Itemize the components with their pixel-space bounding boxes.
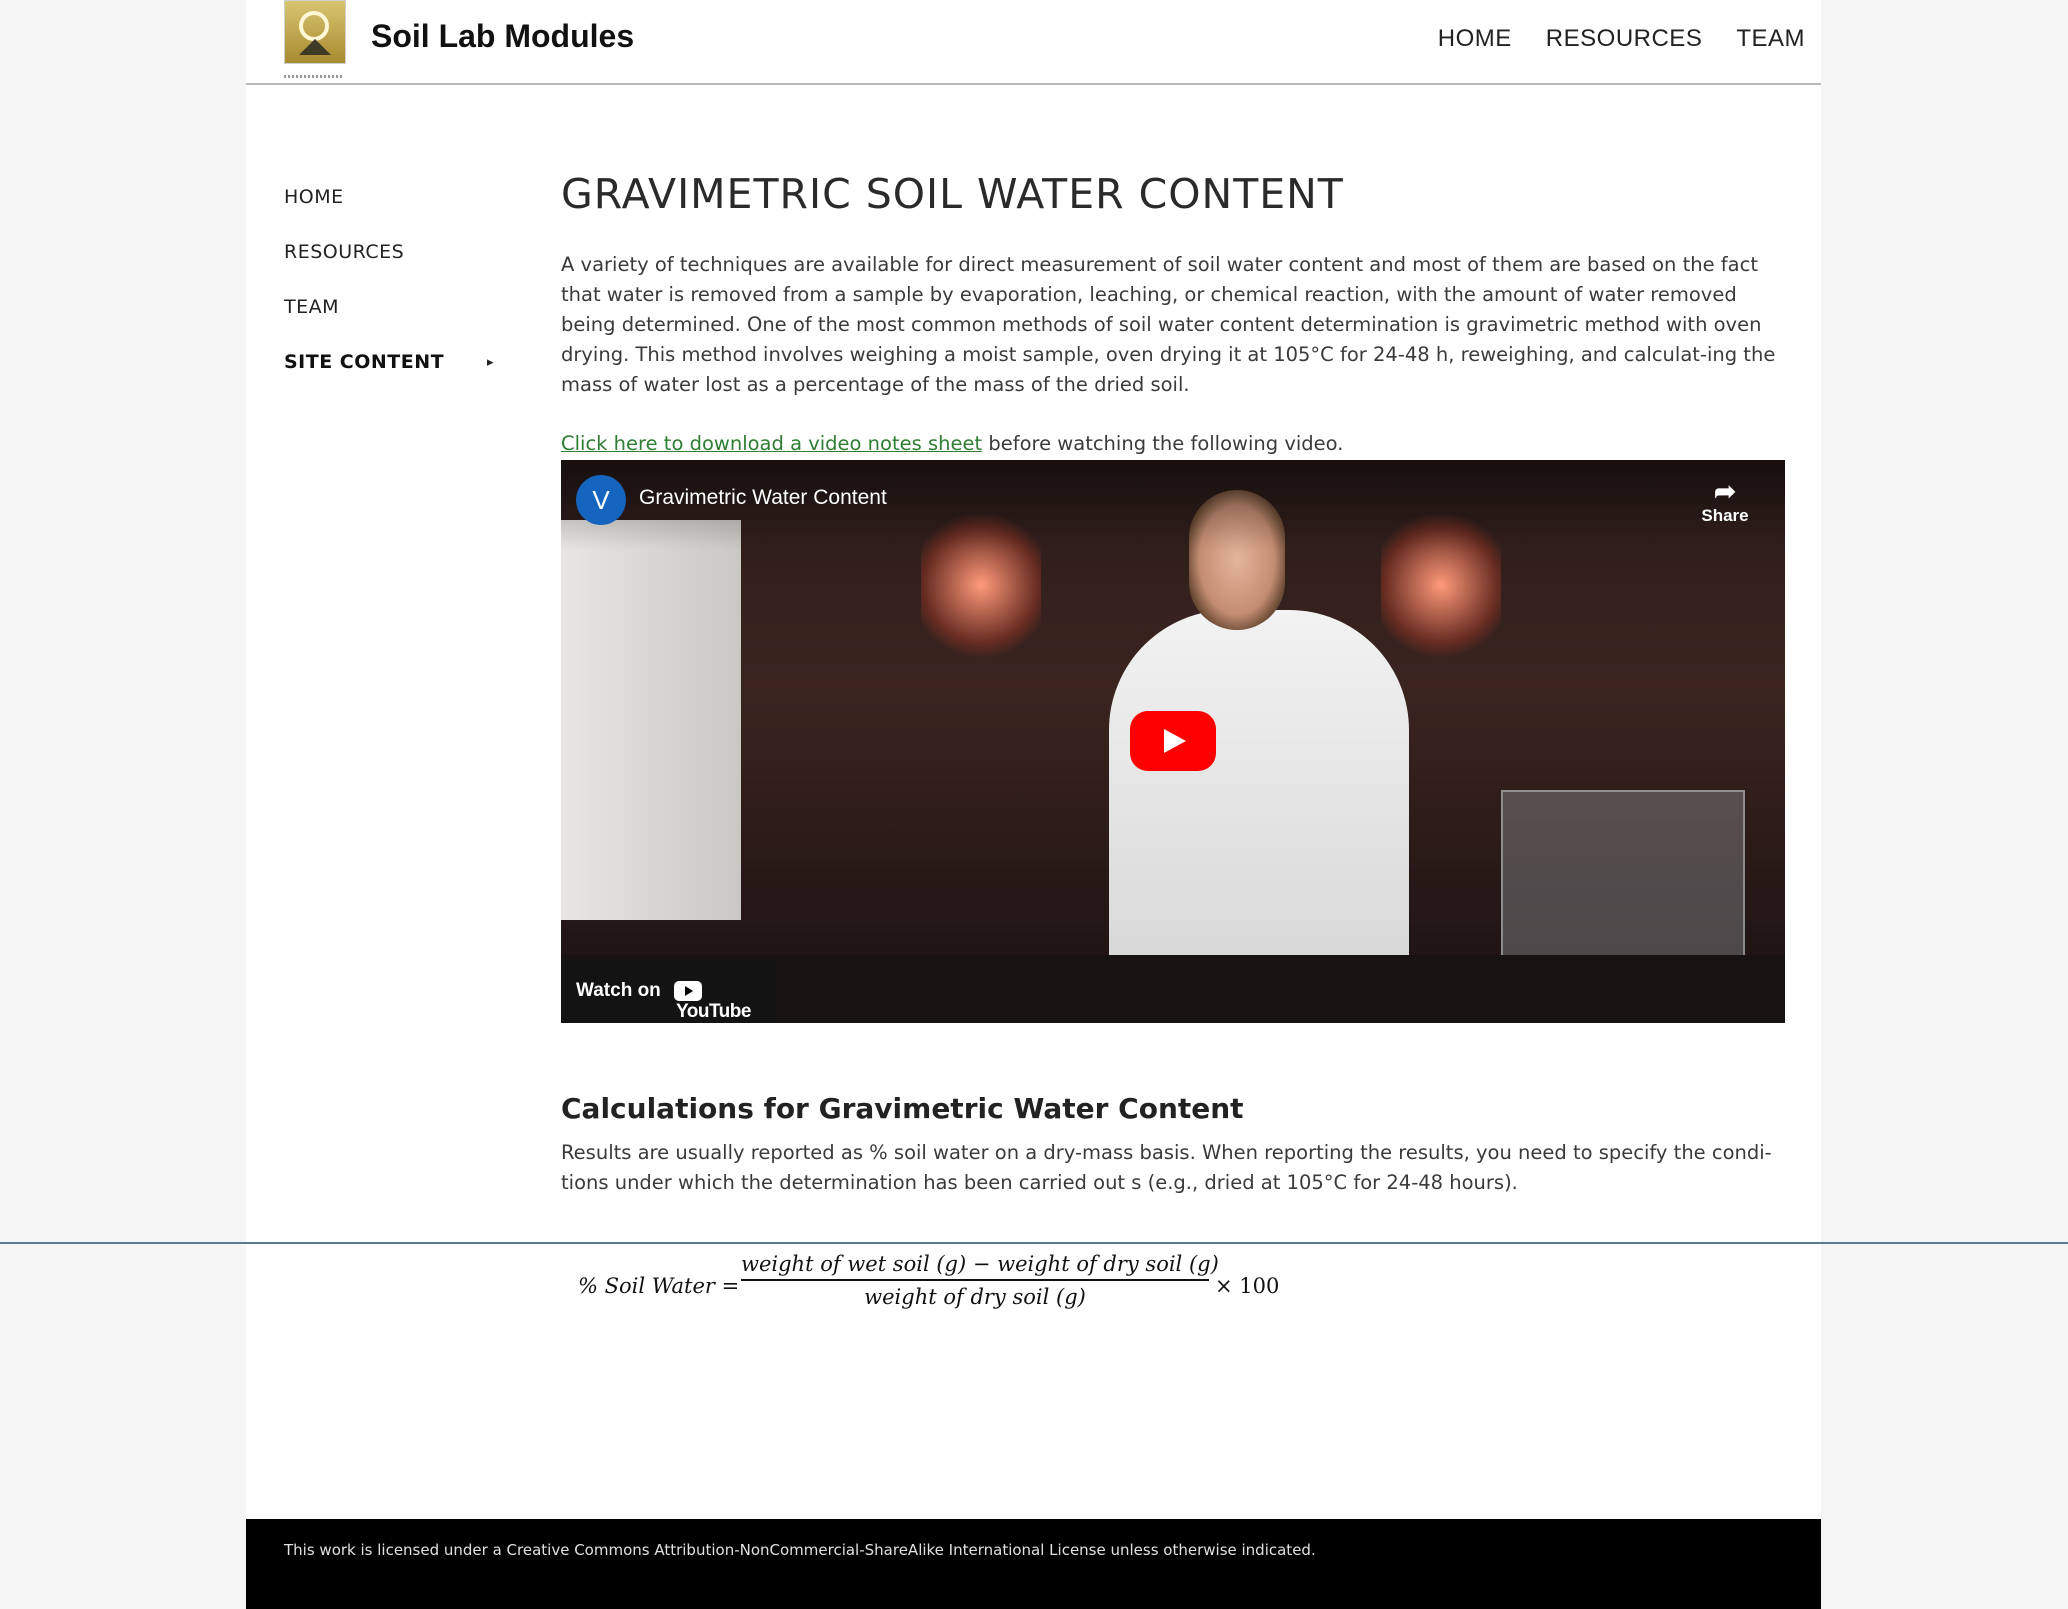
formula-fraction-bar [741,1279,1209,1281]
sidebar-item-resources[interactable]: RESOURCES [284,241,494,296]
site-header: Soil Lab Modules HOME RESOURCES TEAM [246,0,1821,85]
formula-numerator: weight of wet soil (g) − weight of dry s… [741,1252,1219,1276]
sidebar-item-team[interactable]: TEAM [284,296,494,351]
youtube-label: YouTube [676,1000,751,1022]
formula-denominator: weight of dry soil (g) [864,1285,1086,1309]
video-scene-presenter [1109,610,1409,970]
logo-soil-icon [299,39,331,55]
formula-lhs: % Soil Water = [578,1274,740,1298]
youtube-play-icon [674,980,702,1001]
watch-on-label: Watch on [576,980,661,1001]
section-divider [0,1242,2068,1244]
top-nav-home[interactable]: HOME [1438,25,1512,53]
top-nav: HOME RESOURCES TEAM [1438,25,1805,53]
video-title[interactable]: Gravimetric Water Content [639,486,887,510]
formula-fraction: weight of wet soil (g) − weight of dry s… [741,1252,1219,1309]
download-line: Click here to download a video notes she… [561,432,1343,455]
video-notes-link[interactable]: Click here to download a video notes she… [561,432,982,455]
calc-heading: Calculations for Gravimetric Water Conte… [561,1092,1244,1125]
channel-avatar[interactable]: V [576,475,626,525]
page-title: GRAVIMETRIC SOIL WATER CONTENT [561,170,1344,218]
logo-caption [284,75,344,78]
calc-paragraph: Results are usually reported as % soil w… [561,1141,1772,1194]
video-player[interactable]: V Gravimetric Water Content ➦ Share Watc… [561,460,1785,1023]
site-footer: This work is licensed under a Creative C… [246,1519,1821,1609]
page-container: Soil Lab Modules HOME RESOURCES TEAM HOM… [246,0,1821,1609]
sidebar-item-site-content[interactable]: SITE CONTENT ▸ [284,351,494,406]
sidebar-item-home[interactable]: HOME [284,186,494,241]
site-title[interactable]: Soil Lab Modules [371,18,634,55]
logo-sun-icon [299,11,329,41]
video-scene-oven [561,520,741,920]
intro-paragraph: A variety of techniques are available fo… [561,253,1776,396]
share-button[interactable]: ➦ Share [1695,476,1755,526]
share-label: Share [1701,506,1749,525]
share-arrow-icon: ➦ [1714,476,1736,506]
main-content: GRAVIMETRIC SOIL WATER CONTENT A variety… [561,170,1791,1194]
youtube-logo: YouTube [674,980,776,1022]
side-nav: HOME RESOURCES TEAM SITE CONTENT ▸ [284,186,494,406]
download-suffix: before watching the following video. [982,432,1344,455]
play-button[interactable] [1130,711,1216,771]
formula-multiplier: × 100 [1215,1274,1280,1298]
caret-right-icon[interactable]: ▸ [487,355,494,370]
sidebar-item-label: SITE CONTENT [284,351,445,373]
top-nav-resources[interactable]: RESOURCES [1546,25,1703,53]
top-nav-team[interactable]: TEAM [1736,25,1805,53]
license-text: This work is licensed under a Creative C… [284,1541,1316,1559]
watch-on-youtube-button[interactable]: Watch on YouTube [561,960,776,1023]
site-logo[interactable] [284,0,346,64]
